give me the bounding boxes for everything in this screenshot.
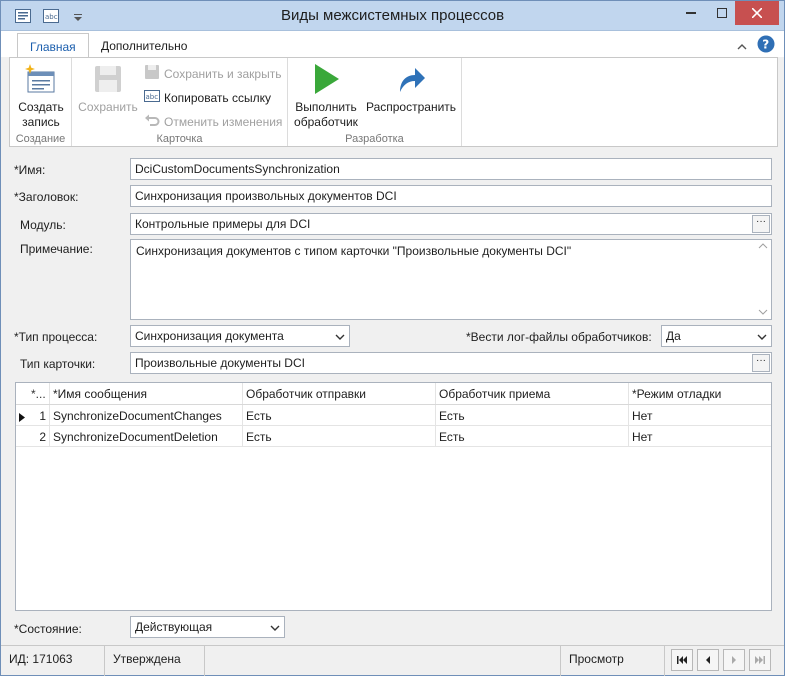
collapse-ribbon-icon[interactable] bbox=[737, 39, 747, 53]
next-record-button[interactable] bbox=[723, 649, 745, 671]
new-record-icon bbox=[24, 62, 58, 96]
close-button[interactable] bbox=[735, 1, 779, 25]
row-number: 2 bbox=[28, 426, 50, 447]
column-header-number[interactable]: *... bbox=[28, 383, 50, 404]
status-spacer bbox=[205, 646, 561, 676]
first-record-button[interactable] bbox=[671, 649, 693, 671]
caption-label: *Заголовок: bbox=[14, 190, 79, 204]
svg-text:abc: abc bbox=[146, 93, 159, 101]
create-record-label: Создать запись bbox=[18, 100, 64, 129]
current-row-indicator-icon bbox=[19, 411, 25, 425]
messages-table: *... *Имя сообщения Обработчик отправки … bbox=[15, 382, 772, 611]
chevron-down-icon bbox=[335, 331, 345, 345]
distribute-label: Распространить bbox=[365, 100, 457, 114]
share-arrow-icon bbox=[394, 62, 428, 96]
tab-additional[interactable]: Дополнительно bbox=[89, 33, 199, 57]
state-label: *Состояние: bbox=[14, 622, 82, 636]
undo-changes-button[interactable]: Отменить изменения bbox=[144, 112, 282, 131]
message-name-cell[interactable]: SynchronizeDocumentChanges bbox=[50, 405, 243, 426]
card-type-field[interactable]: Произвольные документы DCI ··· bbox=[130, 352, 772, 374]
save-label: Сохранить bbox=[78, 100, 138, 114]
ribbon-group-card: Сохранить Сохранить и закрыть abc Копиро… bbox=[72, 58, 288, 146]
row-number: 1 bbox=[28, 405, 50, 426]
table-header: *... *Имя сообщения Обработчик отправки … bbox=[16, 383, 771, 405]
send-handler-cell[interactable]: Есть bbox=[243, 405, 436, 426]
copy-link-icon: abc bbox=[144, 88, 160, 107]
save-button[interactable]: Сохранить bbox=[76, 62, 140, 115]
column-header-debug-mode[interactable]: *Режим отладки bbox=[629, 383, 771, 404]
last-record-button[interactable] bbox=[749, 649, 771, 671]
table-row[interactable]: 2 SynchronizeDocumentDeletion Есть Есть … bbox=[16, 426, 771, 447]
help-icon[interactable]: ? bbox=[757, 35, 775, 56]
status-id: ИД: 171063 bbox=[1, 646, 105, 676]
ribbon-group-dev-label: Разработка bbox=[345, 133, 404, 145]
note-textarea[interactable]: Синхронизация документов с типом карточк… bbox=[130, 239, 772, 320]
log-files-value: Да bbox=[666, 329, 681, 343]
distribute-button[interactable]: Распространить bbox=[364, 62, 458, 115]
card-type-value: Произвольные документы DCI bbox=[135, 356, 305, 370]
debug-mode-cell[interactable]: Нет bbox=[629, 405, 771, 426]
ribbon-tab-bar: Главная Дополнительно ? bbox=[1, 31, 784, 57]
status-mode: Просмотр bbox=[561, 646, 665, 676]
previous-record-button[interactable] bbox=[697, 649, 719, 671]
run-handler-label: Выполнить обработчик bbox=[294, 100, 358, 129]
create-record-button[interactable]: Создать запись bbox=[14, 62, 68, 130]
receive-handler-cell[interactable]: Есть bbox=[436, 426, 629, 447]
undo-changes-label: Отменить изменения bbox=[164, 114, 283, 129]
window-title: Виды межсистемных процессов bbox=[280, 7, 505, 24]
module-field[interactable]: Контрольные примеры для DCI ··· bbox=[130, 213, 772, 235]
copy-link-button[interactable]: abc Копировать ссылку bbox=[144, 88, 271, 107]
process-type-select[interactable]: Синхронизация документа bbox=[130, 325, 350, 347]
ribbon-group-dev: Выполнить обработчик Распространить Разр… bbox=[288, 58, 462, 146]
send-handler-cell[interactable]: Есть bbox=[243, 426, 436, 447]
module-browse-button[interactable]: ··· bbox=[752, 215, 770, 233]
debug-mode-cell[interactable]: Нет bbox=[629, 426, 771, 447]
app-window: abc Виды межсистемных процессов Главная … bbox=[0, 0, 785, 676]
ribbon-group-create-label: Создание bbox=[15, 133, 66, 145]
save-close-label: Сохранить и закрыть bbox=[164, 66, 282, 81]
card-type-browse-button[interactable]: ··· bbox=[752, 354, 770, 372]
run-handler-button[interactable]: Выполнить обработчик bbox=[292, 62, 360, 130]
name-field[interactable]: DciCustomDocumentsSynchronization bbox=[130, 158, 772, 180]
card-type-label: Тип карточки: bbox=[20, 357, 96, 371]
column-header-message-name[interactable]: *Имя сообщения bbox=[50, 383, 243, 404]
name-label: *Имя: bbox=[14, 163, 46, 177]
module-value: Контрольные примеры для DCI bbox=[135, 217, 311, 231]
log-files-select[interactable]: Да bbox=[661, 325, 772, 347]
chevron-down-icon bbox=[757, 331, 767, 345]
log-files-label: *Вести лог-файлы обработчиков: bbox=[466, 330, 652, 344]
save-icon bbox=[91, 62, 125, 96]
state-select[interactable]: Действующая bbox=[130, 616, 285, 638]
svg-text:?: ? bbox=[762, 38, 769, 52]
ribbon: Создать запись Создание Сохранить Сохран… bbox=[9, 57, 778, 147]
undo-icon bbox=[144, 112, 160, 131]
process-type-label: *Тип процесса: bbox=[14, 330, 98, 344]
play-icon bbox=[309, 62, 343, 96]
column-header-receive-handler[interactable]: Обработчик приема bbox=[436, 383, 629, 404]
save-close-icon bbox=[144, 64, 160, 83]
note-value: Синхронизация документов с типом карточк… bbox=[136, 244, 572, 258]
save-close-button[interactable]: Сохранить и закрыть bbox=[144, 64, 281, 83]
status-state: Утверждена bbox=[105, 646, 205, 676]
receive-handler-cell[interactable]: Есть bbox=[436, 405, 629, 426]
note-label: Примечание: bbox=[20, 242, 93, 256]
tab-main[interactable]: Главная bbox=[17, 33, 89, 57]
message-name-cell[interactable]: SynchronizeDocumentDeletion bbox=[50, 426, 243, 447]
table-row[interactable]: 1 SynchronizeDocumentChanges Есть Есть Н… bbox=[16, 405, 771, 426]
caption-field[interactable]: Синхронизация произвольных документов DC… bbox=[130, 185, 772, 207]
ribbon-group-card-label: Карточка bbox=[156, 133, 203, 145]
status-bar: ИД: 171063 Утверждена Просмотр bbox=[1, 645, 784, 676]
ribbon-group-create: Создать запись Создание bbox=[10, 58, 72, 146]
state-value: Действующая bbox=[135, 620, 213, 634]
title-bar: abc Виды межсистемных процессов bbox=[1, 1, 784, 31]
module-label: Модуль: bbox=[20, 218, 66, 232]
column-header-send-handler[interactable]: Обработчик отправки bbox=[243, 383, 436, 404]
note-scrollbar[interactable] bbox=[755, 240, 771, 319]
copy-link-label: Копировать ссылку bbox=[164, 90, 271, 105]
process-type-value: Синхронизация документа bbox=[135, 329, 284, 343]
chevron-down-icon bbox=[270, 622, 280, 636]
